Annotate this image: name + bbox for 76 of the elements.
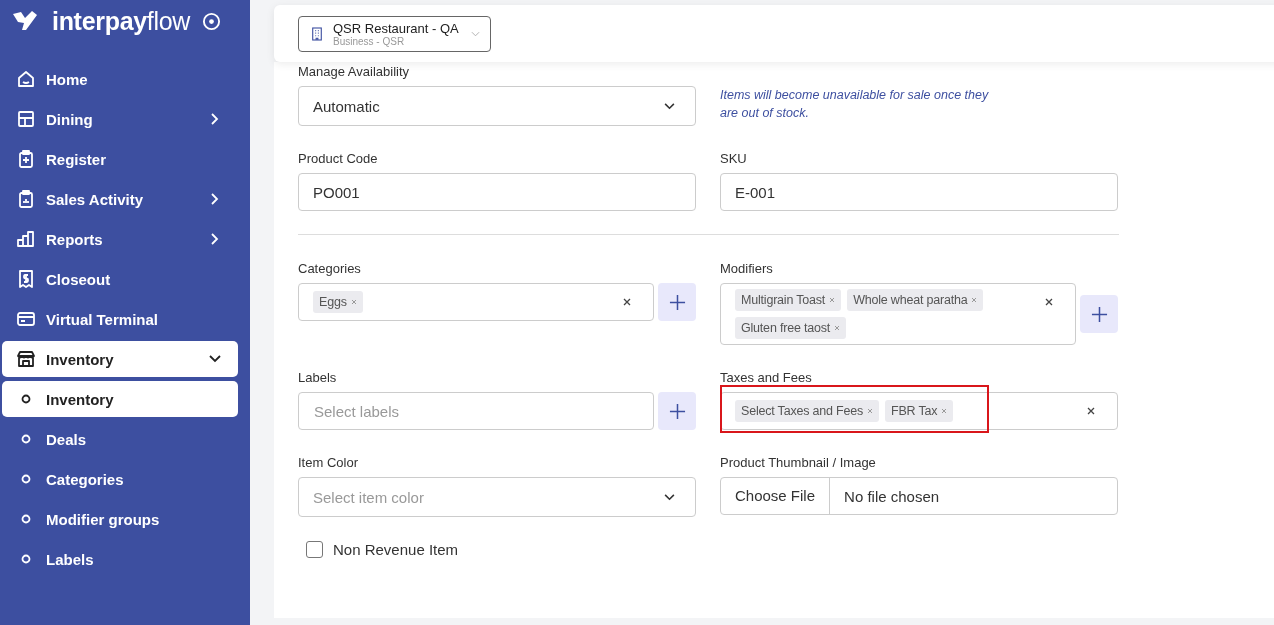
remove-icon[interactable] [971, 297, 978, 303]
target-icon[interactable] [202, 11, 222, 31]
plus-icon [668, 293, 686, 311]
remove-icon[interactable] [867, 408, 874, 414]
field-label: Item Color [298, 454, 359, 472]
plus-icon [668, 402, 686, 420]
sidebar-subitem[interactable]: Inventory [2, 381, 238, 417]
clipboard-plus-icon [16, 149, 36, 169]
clear-icon[interactable] [1087, 407, 1095, 415]
business-name: QSR Restaurant - QA [333, 20, 459, 36]
tag-chip: Eggs [313, 291, 363, 313]
sidebar-item[interactable]: Inventory [2, 341, 238, 377]
store-icon [16, 349, 36, 369]
add-button[interactable] [658, 392, 696, 430]
sidebar-item[interactable]: Home [2, 61, 238, 97]
field-label: SKU [720, 150, 748, 168]
sidebar-item[interactable]: Sales Activity [2, 181, 238, 217]
add-button[interactable] [658, 283, 696, 321]
add-button[interactable] [1080, 295, 1118, 333]
sidebar-subitem[interactable]: Categories [2, 461, 238, 497]
chevron-icon [470, 30, 480, 37]
availability-note: Items will become unavailable for sale once they are out of stock. [720, 87, 990, 122]
multiselect-field[interactable]: Multigrain Toast Whole wheat paratha Gluten free taost [720, 283, 1076, 345]
sidebar-item[interactable]: Closeout [2, 261, 238, 297]
remove-icon[interactable] [350, 299, 357, 305]
multiselect-field[interactable]: Eggs [298, 283, 654, 321]
remove-icon[interactable] [941, 408, 948, 414]
field-label: Categories [298, 260, 362, 278]
field-label: Manage Availability [298, 63, 411, 81]
tag-chip: Gluten free taost [735, 317, 846, 339]
grid-icon [16, 109, 36, 129]
field-label: Taxes and Fees [720, 369, 813, 387]
file-status: No file chosen [843, 487, 940, 505]
business-type: Business - QSR [333, 35, 406, 47]
tag-chip: Select Taxes and Fees [735, 400, 880, 422]
clipboard-chart-icon [16, 189, 36, 209]
file-input[interactable]: Choose File No file chosen [720, 477, 1118, 515]
field-label: Product Thumbnail / Image [720, 454, 877, 472]
tag-chip: Whole wheat paratha [847, 289, 984, 311]
bars-icon [16, 229, 36, 249]
circle-icon [21, 474, 31, 484]
choose-file-button[interactable]: Choose File [721, 478, 831, 514]
sidebar-subitem[interactable]: Deals [2, 421, 238, 457]
business-selector[interactable]: QSR Restaurant - QA Business - QSR [298, 15, 491, 52]
sidebar-subitem[interactable]: Labels [2, 541, 238, 577]
input-field[interactable]: PO001 [298, 173, 696, 211]
remove-icon[interactable] [829, 297, 836, 303]
chevron-down-icon [664, 102, 675, 110]
sidebar-item[interactable]: Virtual Terminal [2, 301, 238, 337]
input-field[interactable]: E-001 [720, 173, 1118, 211]
checkbox[interactable]: Non Revenue Item [306, 541, 459, 558]
receipt-icon [16, 269, 36, 289]
sidebar-item[interactable]: Dining [2, 101, 238, 137]
circle-icon [21, 554, 31, 564]
home-icon [16, 69, 36, 89]
clear-icon[interactable] [623, 298, 631, 306]
circle-icon [21, 394, 31, 404]
sidebar-item[interactable]: Reports [2, 221, 238, 257]
logo-icon [12, 10, 38, 32]
building-icon [311, 26, 323, 41]
tag-chip: Multigrain Toast [735, 289, 842, 311]
plus-icon [1090, 305, 1108, 323]
card-icon [16, 309, 36, 329]
circle-icon [21, 514, 31, 524]
sidebar-subitem[interactable]: Modifier groups [2, 501, 238, 537]
sidebar-item[interactable]: Register [2, 141, 238, 177]
circle-icon [21, 434, 31, 444]
select-field[interactable]: Automatic [298, 86, 696, 126]
clear-icon[interactable] [1045, 298, 1053, 306]
tag-chip: FBR Tax [885, 400, 954, 422]
field-label: Product Code [298, 150, 379, 168]
chevron-down-icon [664, 493, 675, 501]
logo-text: interpayflow [52, 6, 191, 36]
remove-icon[interactable] [834, 325, 840, 331]
field-label: Labels [298, 369, 338, 387]
field-label: Modifiers [720, 260, 774, 278]
